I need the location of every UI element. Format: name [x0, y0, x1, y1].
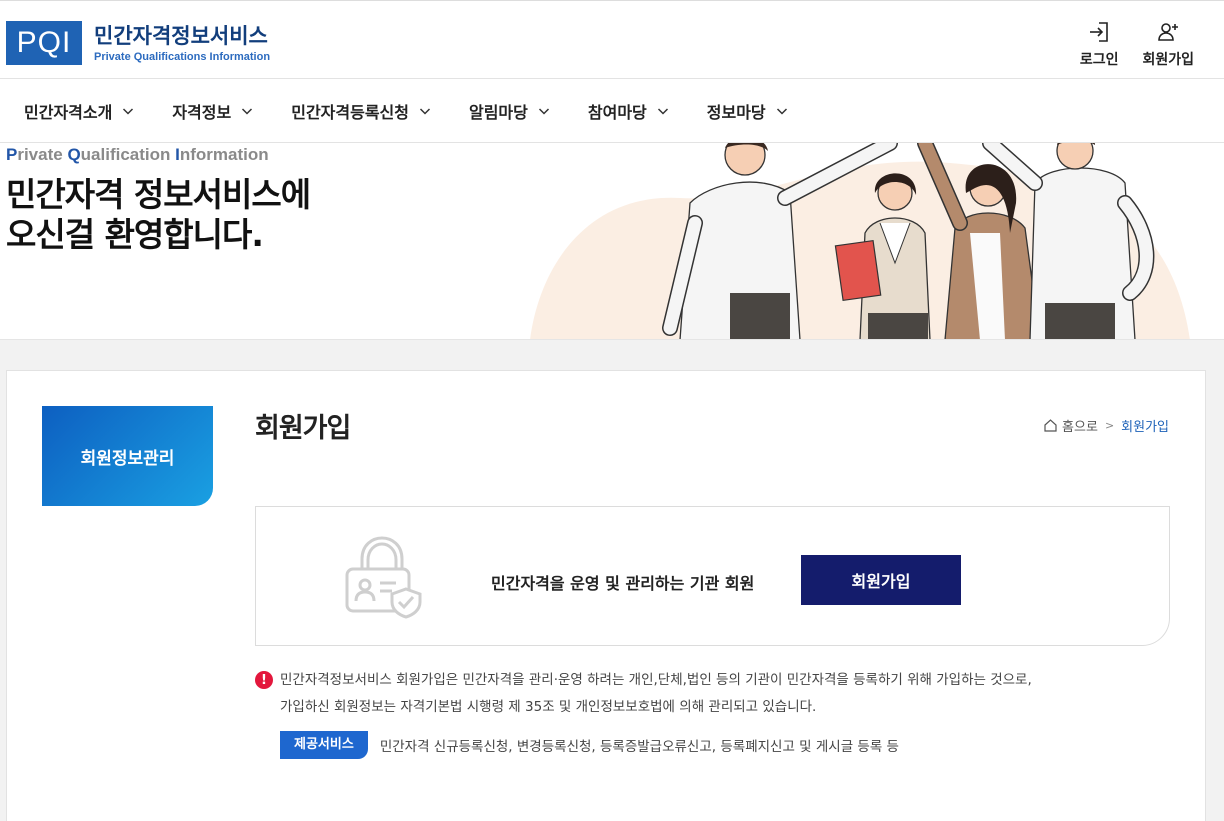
hero-english-tagline: Private Qualification Information [6, 145, 269, 164]
logo-mark-text: PQI [16, 26, 72, 59]
institution-join-box: 민간자격을 운영 및 관리하는 기관 회원 회원가입 [255, 506, 1170, 646]
site-header: PQI 민간자격정보서비스 Private Qualifications Inf… [0, 0, 1224, 79]
nav-item-notice[interactable]: 알림마당 [469, 99, 550, 123]
nav-item-label: 민간자격소개 [24, 102, 113, 122]
nav-item-participation[interactable]: 참여마당 [588, 99, 669, 123]
breadcrumb-home[interactable]: 홈으로 [1062, 416, 1098, 435]
alert-icon: ! [255, 671, 273, 689]
service-row: 제공서비스 민간자격 신규등록신청, 변경등록신청, 등록증발급오류신고, 등록… [255, 731, 1155, 759]
utility-menu: 로그인 회원가입 [1080, 19, 1194, 69]
nav-item-label: 참여마당 [587, 102, 647, 122]
lock-id-icon [345, 536, 422, 619]
nav-item-information[interactable]: 정보마당 [707, 99, 788, 123]
logo-text: 민간자격정보서비스 Private Qualifications Informa… [94, 24, 270, 63]
hero-illustration [530, 143, 1190, 339]
login-button[interactable]: 로그인 [1079, 19, 1119, 69]
service-badge: 제공서비스 [280, 731, 368, 759]
home-icon [1044, 419, 1057, 432]
nav-item-intro[interactable]: 민간자격소개 [24, 99, 134, 123]
user-add-icon [1158, 23, 1179, 41]
main-nav: 민간자격소개 자격정보 민간자격등록신청 알림마당 참여마당 정보마당 [0, 79, 1224, 143]
breadcrumb-separator: > [1104, 419, 1115, 432]
chevron-down-icon [242, 107, 253, 115]
notice-text: 민간자격정보서비스 회원가입은 민간자격을 관리·운영 하려는 개인,단체,법인… [280, 667, 1155, 721]
join-description: 민간자격을 운영 및 관리하는 기관 회원 [491, 574, 755, 593]
chevron-down-icon [123, 107, 134, 115]
site-logo[interactable]: PQI 민간자격정보서비스 Private Qualifications Inf… [6, 21, 270, 65]
nav-item-label: 정보마당 [706, 102, 766, 122]
nav-item-label: 알림마당 [468, 102, 528, 122]
nav-item-registration[interactable]: 민간자격등록신청 [291, 99, 431, 123]
signup-notice: ! 민간자격정보서비스 회원가입은 민간자격을 관리·운영 하려는 개인,단체,… [255, 667, 1155, 759]
logo-title: 민간자격정보서비스 [94, 23, 268, 48]
service-text: 민간자격 신규등록신청, 변경등록신청, 등록증발급오류신고, 등록폐지신고 및… [379, 739, 899, 755]
login-label: 로그인 [1079, 52, 1119, 68]
hero-title: 민간자격 정보서비스에 오신걸 환영합니다. [6, 175, 311, 255]
chevron-down-icon [657, 107, 668, 115]
chevron-down-icon [538, 107, 549, 115]
hero-banner: Private Qualification Information 민간자격 정… [0, 143, 1224, 340]
breadcrumb: 홈으로 > 회원가입 [1043, 416, 1169, 435]
nav-item-qualification-info[interactable]: 자격정보 [172, 99, 253, 123]
signup-button[interactable]: 회원가입 [1142, 19, 1194, 69]
notice-row: ! 민간자격정보서비스 회원가입은 민간자격을 관리·운영 하려는 개인,단체,… [255, 667, 1155, 721]
chevron-down-icon [419, 107, 431, 115]
chevron-down-icon [776, 107, 787, 115]
page-title: 회원가입 [255, 413, 351, 444]
sidebar-menu-label: 회원정보관리 [80, 448, 175, 469]
login-icon [1090, 22, 1108, 42]
sidebar-member-management[interactable]: 회원정보관리 [42, 406, 213, 506]
hero-title-line2: 오신걸 환영합니다. [6, 215, 264, 254]
signup-label: 회원가입 [1142, 52, 1194, 68]
logo-subtitle: Private Qualifications Information [94, 50, 271, 63]
notice-line-1: 민간자격정보서비스 회원가입은 민간자격을 관리·운영 하려는 개인,단체,법인… [280, 672, 1032, 688]
hero-title-line1: 민간자격 정보서비스에 [6, 175, 311, 214]
notice-line-2: 가입하신 회원정보는 자격기본법 시행령 제 35조 및 개인정보보호법에 의해… [280, 699, 817, 715]
breadcrumb-current: 회원가입 [1121, 420, 1169, 435]
institution-signup-button[interactable]: 회원가입 [801, 555, 961, 605]
logo-mark: PQI [6, 21, 82, 65]
nav-item-label: 민간자격등록신청 [291, 102, 409, 122]
nav-item-label: 자격정보 [172, 102, 232, 122]
